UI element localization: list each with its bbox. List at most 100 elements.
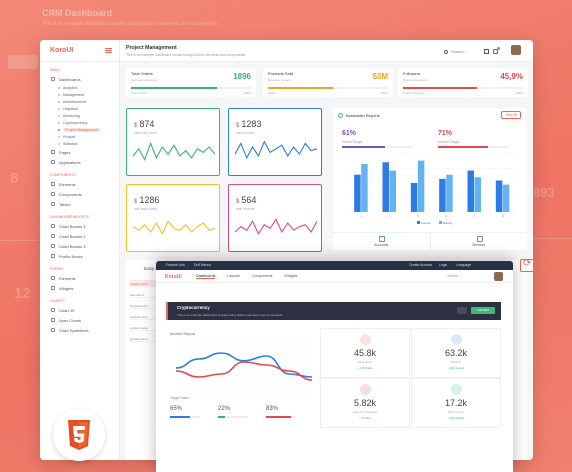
bar	[439, 178, 446, 212]
menu-toggle-icon[interactable]	[105, 48, 112, 53]
income-report-panel: Income Report Target Sales 65% 22% 83%	[166, 328, 316, 428]
sidebar-item[interactable]: Widgets	[40, 283, 119, 293]
sidebar-item[interactable]: Profile Boxes	[40, 251, 119, 261]
bg-number: 8	[10, 170, 19, 187]
create-account-link[interactable]: Create Account	[409, 263, 432, 267]
drill-menus-link[interactable]: Drill Menus	[194, 263, 211, 267]
sidebar-item-label: Profile Boxes	[59, 253, 83, 259]
sidebar-subitem[interactable]: Analytics	[40, 84, 119, 91]
card-number: 564	[241, 195, 257, 205]
sidebar-subitem-label: Helpdesk	[63, 106, 78, 111]
stat-label: Reports Submitted	[352, 410, 378, 414]
sidebar-item[interactable]: Chart Sparklines	[40, 325, 119, 335]
grid-icon[interactable]	[484, 49, 489, 54]
legend-label: Betting	[443, 221, 453, 225]
sidebar-item[interactable]: Pages	[40, 147, 119, 157]
bar	[474, 177, 481, 212]
sidebar-subitem-label: Cryptocurrency	[63, 120, 88, 125]
sidebar-item-label: Chart Sparklines	[59, 327, 89, 333]
card-value: $1283	[236, 119, 261, 129]
feature-link[interactable]: Feature Link	[166, 263, 185, 267]
nav-menu-item[interactable]: Dashboards	[196, 274, 216, 279]
page-banner: Cryptocurrency This is an example dashbo…	[166, 302, 501, 320]
sidebar-subitem-label: Monitoring	[63, 113, 80, 118]
sparkline-chart	[235, 218, 317, 235]
stat-tile: 63.2k Profiles + 324 Joined	[411, 328, 501, 378]
sidebar-subitem[interactable]: Statistics	[40, 140, 119, 147]
sidebar-subitem[interactable]: Management	[40, 91, 119, 98]
nav-menu-item[interactable]: Components	[252, 274, 272, 279]
sidebar-item[interactable]: Chart Boosts 3	[40, 241, 119, 251]
sidebar-item[interactable]: Elements	[40, 273, 119, 283]
sidebar-item[interactable]: Apex Charts	[40, 315, 119, 325]
bar	[389, 170, 396, 212]
sidebar-item[interactable]: Chart Boosts 1	[40, 221, 119, 231]
stat-sublabel: Revenue streams	[268, 78, 292, 82]
card-label: total revenue	[236, 207, 255, 211]
avatar[interactable]	[494, 272, 503, 281]
add-new-button[interactable]: Add New	[471, 307, 495, 314]
notification-badge	[497, 47, 500, 50]
sidebar-item[interactable]: Chart Boosts 2	[40, 231, 119, 241]
search-icon	[443, 49, 448, 54]
sidebar-subitem[interactable]: Product	[40, 133, 119, 140]
accounts-link[interactable]: Accounts	[333, 233, 430, 250]
nav-item-icon	[51, 254, 55, 258]
sidebar-item[interactable]: Tables	[40, 199, 119, 209]
sidebar-item[interactable]: Dashboards	[40, 74, 119, 84]
sparkline-line	[235, 218, 317, 235]
nav-item-icon	[51, 276, 55, 280]
sidebar-subitem[interactable]: Project Management	[40, 126, 119, 133]
stat-icon	[450, 384, 462, 395]
search-button[interactable]: Search...	[443, 49, 467, 54]
nav-menu-item[interactable]: Widgets	[284, 274, 297, 279]
currency-symbol: $	[236, 123, 240, 129]
sidebar-item[interactable]: Chart JS	[40, 305, 119, 315]
options-button[interactable]	[457, 307, 467, 314]
nav-menu-item[interactable]: Layouts	[227, 274, 240, 279]
nav-item-icon	[51, 150, 55, 154]
bullet-icon	[58, 128, 60, 131]
stat-footer-value: 100%	[380, 91, 388, 95]
stat-card: Total Orders Last year expenses 1896 YoY Gr…	[126, 68, 256, 97]
sidebar-subitem[interactable]: Cryptocurrency	[40, 119, 119, 126]
stat-progress-bar	[268, 87, 388, 89]
stat-progress-bar	[131, 87, 251, 89]
target-bar	[266, 416, 296, 418]
avatar[interactable]	[511, 45, 521, 55]
nav-item-icon	[51, 286, 55, 290]
stat-footer-value: 100%	[243, 91, 251, 95]
bg-dashboard-title: CRM Dashboard	[42, 8, 113, 18]
bullet-icon	[58, 121, 60, 124]
sidebar-item[interactable]: Elements	[40, 179, 119, 189]
login-link[interactable]: Login	[439, 263, 447, 267]
bullet-icon	[58, 93, 60, 96]
sparkline-chart	[133, 220, 215, 236]
nav-item-icon	[51, 308, 55, 312]
language-select[interactable]: Language	[456, 263, 471, 267]
refresh-icon[interactable]	[520, 258, 534, 272]
sidebar-item[interactable]: Components	[40, 189, 119, 199]
bullet-icon	[58, 114, 60, 117]
sparkline-card: $1286 last month sales	[126, 184, 220, 252]
bar	[382, 162, 389, 212]
sidebar-subitem[interactable]: Monitoring	[40, 112, 119, 119]
stat-icon	[450, 334, 462, 345]
bar	[354, 174, 361, 212]
services-link[interactable]: Services	[429, 233, 528, 250]
stat-card: Followers People Interested 45,9% Twitter P…	[398, 68, 528, 97]
nav-item-icon	[51, 182, 55, 186]
bullet-icon	[58, 135, 60, 138]
stat-progress-fill	[131, 87, 218, 89]
front-stat-grid: 45.8k Total Views + 176 Sales 63.2k Profiles…	[320, 328, 501, 428]
stat-label: Bugs Fixed	[448, 410, 464, 414]
front-logo[interactable]: KoroUI	[165, 274, 182, 280]
app-logo[interactable]: KoroUI	[50, 47, 73, 54]
sidebar-subitem[interactable]: Helpdesk	[40, 105, 119, 112]
card-label: sales last month	[134, 131, 158, 135]
sidebar-item[interactable]: Applications	[40, 157, 119, 167]
sidebar-item-label: Chart Boosts 1	[59, 223, 86, 229]
nav-item-icon	[51, 318, 55, 322]
sidebar-subitem[interactable]: Advertisement	[40, 98, 119, 105]
front-search[interactable]: Search...	[447, 274, 461, 278]
